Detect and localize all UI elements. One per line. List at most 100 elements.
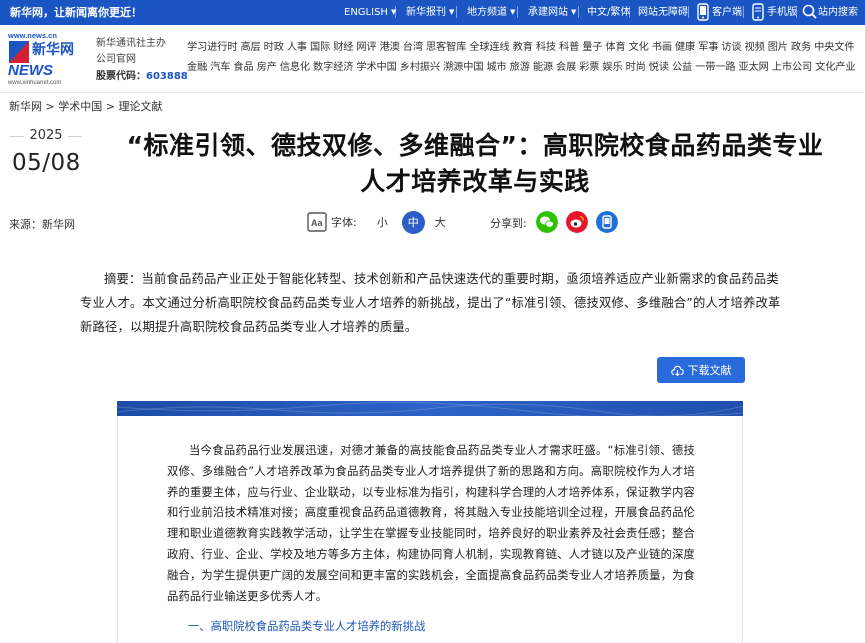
svg-text:Aa: Aa: [311, 218, 323, 228]
nav-link[interactable]: 文化产业: [815, 62, 855, 73]
nav-link[interactable]: 彩票: [579, 62, 599, 73]
breadcrumb-separator: >: [42, 100, 59, 113]
section-heading: 一、高职院校食品药品类专业人才培养的新挑战: [188, 620, 426, 633]
banner-pattern: [117, 401, 743, 416]
nav-link[interactable]: 信息化: [280, 62, 310, 73]
publish-date: 05/08: [12, 150, 81, 176]
nav-link[interactable]: 书画: [652, 42, 672, 53]
site-search-link[interactable]: 站内搜索: [818, 5, 858, 20]
accessibility-link[interactable]: 网站无障碍: [638, 5, 688, 20]
nav-link[interactable]: 汽车: [210, 62, 230, 73]
stock-label: 股票代码：: [96, 71, 146, 82]
article-title: “标准引领、德技双修、多维融合”：高职院校食品药品类专业人才培养改革与实践: [126, 131, 824, 196]
site-slogan: 新华网，让新闻离你更近！: [10, 6, 142, 19]
channels-menu[interactable]: 地方频道 ▼: [467, 5, 515, 20]
newspaper-menu[interactable]: 新华报刊 ▼: [406, 5, 454, 20]
nav-link[interactable]: 时尚: [626, 62, 646, 73]
mobile-share-icon[interactable]: [596, 211, 618, 233]
divider: [395, 6, 396, 18]
breadcrumb-theory[interactable]: 理论文献: [118, 100, 162, 113]
nav-link[interactable]: 房产: [257, 62, 277, 73]
nav-link[interactable]: 思客智库: [426, 42, 466, 53]
nav-link[interactable]: 时政: [264, 42, 284, 53]
wechat-share-icon[interactable]: [536, 211, 558, 233]
font-small-button[interactable]: 小: [377, 214, 388, 230]
nav-link[interactable]: 公益: [672, 62, 692, 73]
nav-link[interactable]: 财经: [333, 42, 353, 53]
nav-link[interactable]: 网评: [356, 42, 376, 53]
nav-link[interactable]: 文化: [629, 42, 649, 53]
channels-label: 地方频道: [467, 7, 507, 18]
nav-link[interactable]: 体育: [605, 42, 625, 53]
nav-link[interactable]: 旅游: [510, 62, 530, 73]
nav-link[interactable]: 娱乐: [602, 62, 622, 73]
nav-link[interactable]: 军事: [698, 42, 718, 53]
nav-link[interactable]: 城市: [486, 62, 506, 73]
nav-link[interactable]: 食品: [233, 62, 253, 73]
logo-top-text: www.news.cn: [7, 31, 57, 40]
mobile-label: 手机版: [767, 7, 797, 18]
english-label: ENGLISH: [344, 7, 388, 18]
divider: [578, 6, 579, 18]
nav-link[interactable]: 上市公司: [772, 62, 812, 73]
divider: [456, 6, 457, 18]
language-toggle[interactable]: 中文/繁体: [587, 5, 630, 20]
nav-link[interactable]: 能源: [533, 62, 553, 73]
main-nav-row-2: 金融 汽车 食品 房产 信息化 数字经济 学术中国 乡村振兴 溯源中国 城市 旅游 能源 会展 彩票 娱乐时…: [187, 61, 858, 75]
mobile-icon: [752, 3, 764, 21]
nav-link[interactable]: 人事: [287, 42, 307, 53]
nav-link[interactable]: 溯源中国: [443, 62, 483, 73]
nav-link[interactable]: 科普: [559, 42, 579, 53]
chevron-down-icon: ▼: [510, 8, 516, 16]
logo-name-text: 新华网: [32, 41, 74, 58]
download-document-button[interactable]: 下载文献: [657, 357, 745, 383]
nav-link[interactable]: 中央文件: [814, 42, 854, 53]
font-large-button[interactable]: 大: [435, 214, 446, 230]
nav-link[interactable]: 数字经济: [313, 62, 353, 73]
nav-link[interactable]: 健康: [675, 42, 695, 53]
nav-link[interactable]: 图片: [768, 42, 788, 53]
stock-number: 603888: [146, 71, 188, 82]
nav-link[interactable]: 乡村振兴: [400, 62, 440, 73]
document-banner: [117, 401, 743, 416]
nav-link[interactable]: 悦读: [649, 62, 669, 73]
nav-link[interactable]: 港澳: [380, 42, 400, 53]
accessibility-label: 网站无障碍: [638, 7, 688, 18]
article-body-paragraph: 当今食品药品行业发展迅速，对德才兼备的高技能食品药品类专业人才需求旺盛。“标准引…: [167, 444, 695, 603]
chevron-down-icon: ▼: [449, 8, 455, 16]
divider: [629, 6, 630, 18]
breadcrumb-separator: >: [102, 100, 119, 113]
nav-link[interactable]: 科技: [536, 42, 556, 53]
nav-link[interactable]: 教育: [513, 42, 533, 53]
divider: [688, 6, 689, 18]
nav-link[interactable]: 金融: [187, 62, 207, 73]
mobile-version-link[interactable]: 手机版: [767, 5, 797, 20]
portal-menu[interactable]: 承建网站 ▼: [528, 5, 576, 20]
nav-link[interactable]: 亚太网: [739, 62, 769, 73]
breadcrumb-academic[interactable]: 学术中国: [58, 100, 102, 113]
download-label: 下载文献: [687, 364, 732, 377]
divider: [743, 6, 744, 18]
weibo-share-icon[interactable]: [566, 211, 588, 233]
english-link[interactable]: ENGLISH ▼: [344, 5, 396, 20]
article-abstract: 摘要：当前食品药品产业正处于智能化转型、技术创新和产品快速迭代的重要时期，亟须培…: [80, 272, 781, 334]
font-medium-button[interactable]: 中: [401, 210, 425, 234]
nav-link[interactable]: 视频: [745, 42, 765, 53]
nav-link[interactable]: 政务: [791, 42, 811, 53]
nav-link[interactable]: 国际: [310, 42, 330, 53]
top-bar: 新华网，让新闻离你更近！ ENGLISH ▼ 新华报刊 ▼ 地方频道 ▼ 承建网站 ▼ …: [0, 0, 865, 25]
client-app-link[interactable]: 客户端: [712, 5, 742, 20]
nav-link[interactable]: 会展: [556, 62, 576, 73]
breadcrumb-home[interactable]: 新华网: [9, 100, 42, 113]
nav-link[interactable]: 学术中国: [356, 62, 396, 73]
header-divider: [0, 92, 865, 93]
xinhua-logo[interactable]: www.news.cn 新华网 NEWS www.xinhuanet.com: [6, 30, 86, 86]
nav-link[interactable]: 高层: [240, 42, 260, 53]
nav-link[interactable]: 访谈: [721, 42, 741, 53]
nav-link[interactable]: 学习进行时: [187, 42, 238, 53]
phone-app-icon: [697, 3, 709, 21]
nav-link[interactable]: 台湾: [403, 42, 423, 53]
nav-link[interactable]: 一带一路: [695, 62, 735, 73]
nav-link[interactable]: 量子: [582, 42, 602, 53]
nav-link[interactable]: 全球连线: [469, 42, 509, 53]
